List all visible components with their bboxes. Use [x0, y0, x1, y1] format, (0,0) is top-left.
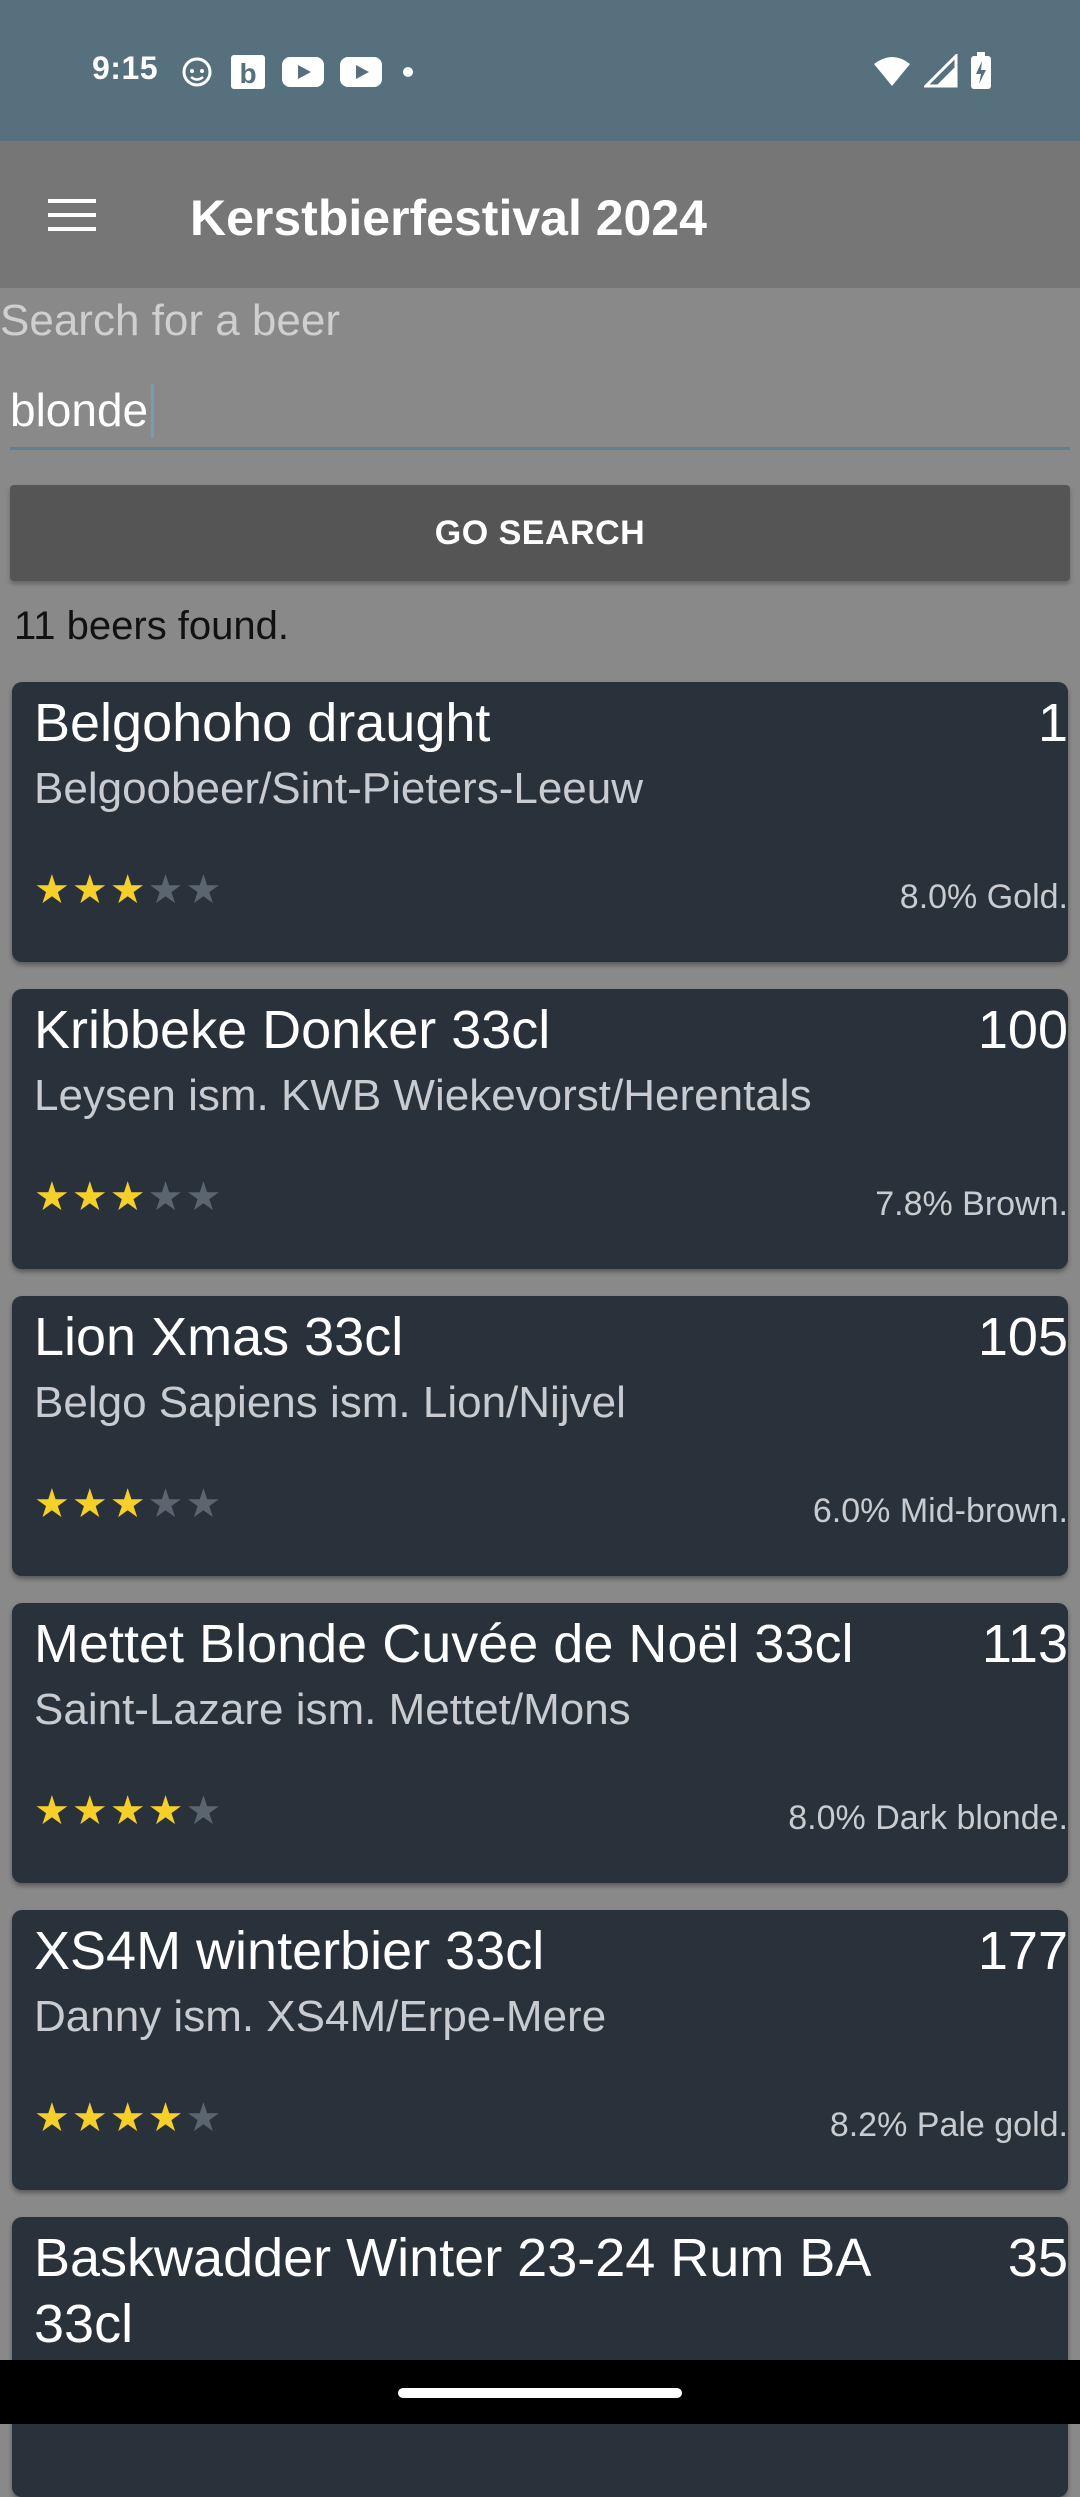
home-gesture-handle[interactable] — [398, 2388, 682, 2398]
star-empty-icon: ★ — [185, 1789, 222, 1833]
signal-icon — [924, 54, 958, 88]
beer-card[interactable]: Belgohoho draught 1 Belgoobeer/Sint-Pieter… — [12, 682, 1068, 962]
star-filled-icon: ★ — [109, 1482, 146, 1526]
app-bar: Kerstbierfestival 2024 — [0, 141, 1080, 288]
beer-style: 7.8% Brown. — [875, 1185, 1068, 1223]
star-empty-icon: ★ — [147, 1482, 184, 1526]
beer-style: 8.2% Pale gold. — [829, 2106, 1068, 2144]
youtube-icon — [282, 57, 324, 87]
face-icon — [180, 55, 214, 89]
star-filled-icon: ★ — [71, 1175, 108, 1219]
beer-name: Belgohoho draught — [34, 693, 491, 753]
notification-icons: b — [180, 54, 418, 90]
beer-brewer: Belgoobeer/Sint-Pieters-Leeuw — [34, 764, 644, 813]
star-empty-icon: ★ — [147, 868, 184, 912]
beer-number: 100 — [977, 1000, 1068, 1060]
status-time: 9:15 — [92, 50, 159, 86]
beer-card[interactable]: Kribbeke Donker 33cl 100 Leysen ism. KWB W… — [12, 989, 1068, 1269]
star-filled-icon: ★ — [147, 2096, 184, 2140]
search-input[interactable] — [10, 372, 1070, 450]
beer-brewer: Danny ism. XS4M/Erpe-Mere — [34, 1992, 607, 2041]
beer-name: Mettet Blonde Cuvée de Noël 33cl — [34, 1614, 854, 1674]
results-count: 11 beers found. — [14, 604, 290, 648]
beer-brewer: Leysen ism. KWB Wiekevorst/Herentals — [34, 1071, 812, 1120]
star-filled-icon: ★ — [71, 1482, 108, 1526]
star-filled-icon: ★ — [109, 1175, 146, 1219]
beer-card[interactable]: Baskwadder Winter 23-24 Rum BA 33cl 35 — [12, 2217, 1068, 2497]
dot-icon — [398, 62, 418, 82]
star-filled-icon: ★ — [34, 868, 70, 912]
star-empty-icon: ★ — [185, 1482, 222, 1526]
beer-card[interactable]: Mettet Blonde Cuvée de Noël 33cl 113 Saint… — [12, 1603, 1068, 1883]
hamburger-menu-icon[interactable] — [40, 183, 104, 247]
rating-stars: ★ ★ ★ ★ ★ — [34, 870, 221, 910]
go-search-button[interactable]: GO SEARCH — [10, 485, 1070, 581]
star-filled-icon: ★ — [34, 1789, 70, 1833]
rating-stars: ★ ★ ★ ★ ★ — [34, 1484, 221, 1524]
star-filled-icon: ★ — [71, 2096, 108, 2140]
rating-stars: ★ ★ ★ ★ ★ — [34, 1177, 221, 1217]
beer-number: 1 — [1037, 693, 1068, 753]
beer-name: Baskwadder Winter 23-24 Rum BA 33cl — [34, 2228, 869, 2354]
beer-name: Lion Xmas 33cl — [34, 1307, 404, 1367]
beer-name: Kribbeke Donker 33cl — [34, 1000, 551, 1060]
star-filled-icon: ★ — [71, 1789, 108, 1833]
beer-number: 177 — [977, 1921, 1068, 1981]
beer-style: 6.0% Mid-brown. — [812, 1492, 1068, 1530]
beer-card[interactable]: Lion Xmas 33cl 105 Belgo Sapiens ism. Lion… — [12, 1296, 1068, 1576]
star-filled-icon: ★ — [109, 2096, 146, 2140]
rating-stars: ★ ★ ★ ★ ★ — [34, 2098, 221, 2138]
beer-number: 35 — [1007, 2228, 1068, 2288]
page-title: Kerstbierfestival 2024 — [190, 190, 707, 246]
beer-name: XS4M winterbier 33cl — [34, 1921, 545, 1981]
star-filled-icon: ★ — [34, 2096, 70, 2140]
star-empty-icon: ★ — [185, 1175, 222, 1219]
rating-stars: ★ ★ ★ ★ ★ — [34, 1791, 221, 1831]
beer-style: 8.0% Dark blonde. — [788, 1799, 1068, 1837]
star-filled-icon: ★ — [147, 1789, 184, 1833]
star-filled-icon: ★ — [34, 1482, 70, 1526]
status-bar: 9:15 b — [0, 0, 1080, 141]
beer-brewer: Saint-Lazare ism. Mettet/Mons — [34, 1685, 631, 1734]
battery-charging-icon — [970, 52, 992, 90]
b-app-icon: b — [230, 54, 266, 90]
star-empty-icon: ★ — [185, 868, 222, 912]
beer-number: 105 — [977, 1307, 1068, 1367]
navigation-bar — [0, 2360, 1080, 2424]
star-empty-icon: ★ — [185, 2096, 222, 2140]
star-empty-icon: ★ — [147, 1175, 184, 1219]
star-filled-icon: ★ — [109, 1789, 146, 1833]
search-label: Search for a beer — [0, 296, 340, 345]
system-icons — [872, 52, 992, 90]
star-filled-icon: ★ — [71, 868, 108, 912]
star-filled-icon: ★ — [34, 1175, 70, 1219]
star-filled-icon: ★ — [109, 868, 146, 912]
beer-number: 113 — [981, 1614, 1068, 1674]
wifi-icon — [872, 54, 912, 88]
svg-text:b: b — [239, 58, 256, 89]
beer-card[interactable]: XS4M winterbier 33cl 177 Danny ism. XS4M/E… — [12, 1910, 1068, 2190]
text-cursor — [151, 384, 154, 438]
beer-style: 8.0% Gold. — [899, 878, 1068, 916]
beer-brewer: Belgo Sapiens ism. Lion/Nijvel — [34, 1378, 626, 1427]
youtube-icon — [340, 57, 382, 87]
